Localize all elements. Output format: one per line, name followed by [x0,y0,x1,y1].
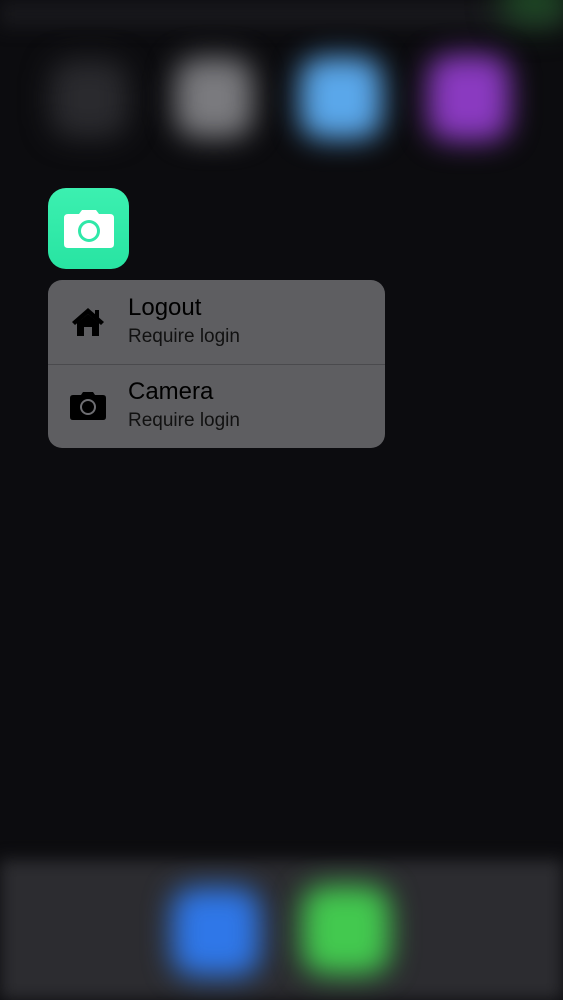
quick-action-subtitle: Require login [128,326,240,347]
quick-actions-menu: Logout Require login Camera Require logi… [48,280,385,448]
blurred-status-indicator [500,0,563,25]
home-icon [68,302,108,342]
camera-icon [63,209,114,248]
camera-app-icon[interactable] [48,188,129,269]
camera-icon [68,386,108,426]
blurred-dock [0,860,563,1000]
quick-action-camera[interactable]: Camera Require login [48,364,385,448]
blurred-dock-app-icon [172,888,260,976]
blurred-home-screen [0,0,563,1000]
blurred-app-icon [175,58,253,138]
quick-action-title: Camera [128,378,214,405]
quick-action-title: Logout [128,294,202,321]
blurred-app-icon [428,55,510,141]
quick-action-logout[interactable]: Logout Require login [48,280,385,364]
blurred-app-icon [300,57,382,139]
quick-action-subtitle: Require login [128,410,240,431]
blurred-status-bar [0,0,563,28]
blurred-dock-app-icon [302,886,390,974]
blurred-app-icon [50,60,128,138]
